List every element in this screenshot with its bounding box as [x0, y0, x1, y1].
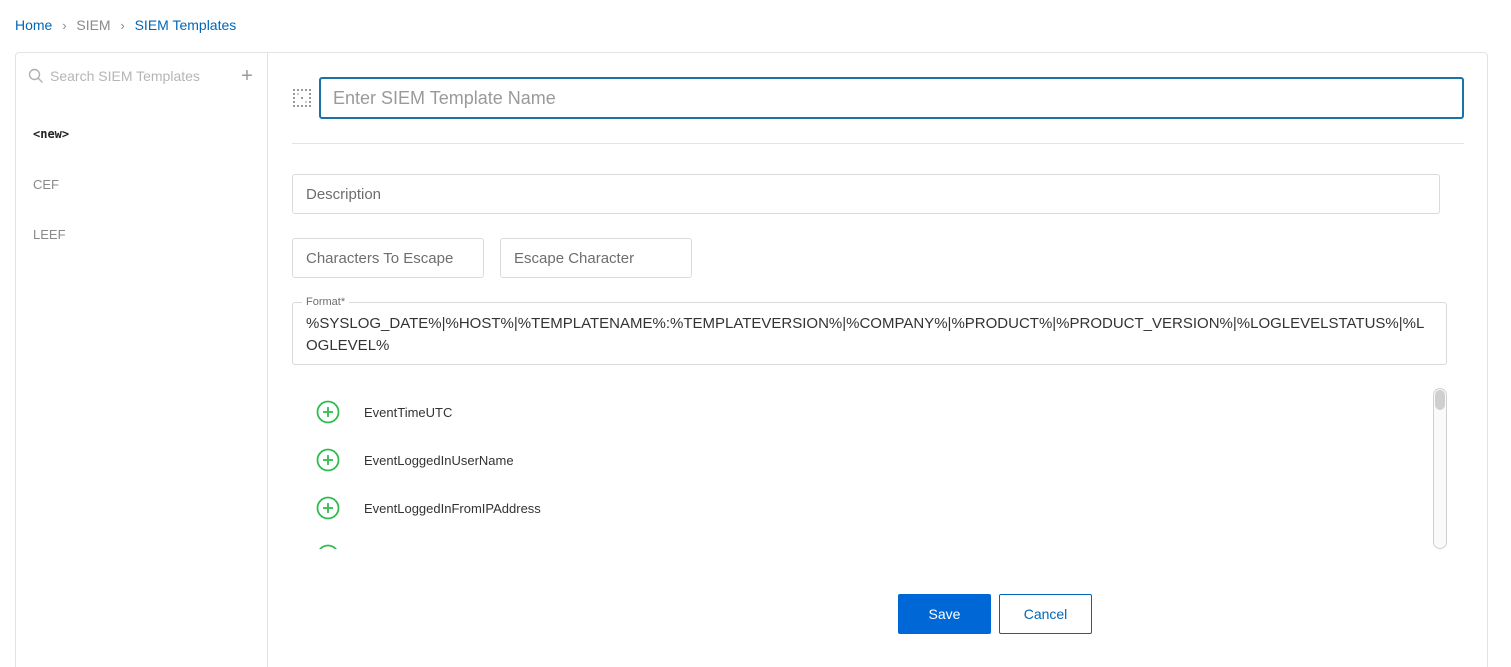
field-item — [292, 532, 1432, 549]
field-name: EventLoggedInUserName — [364, 452, 514, 468]
format-label: Format* — [302, 296, 350, 308]
drag-handle-icon[interactable] — [292, 88, 312, 108]
breadcrumb-current: SIEM Templates — [134, 17, 237, 33]
siem-templates-panel: + <new> CEF LEEF %SYSLOG_DATE%|%HOST%|%T… — [15, 52, 1488, 667]
escape-character-field[interactable] — [500, 238, 692, 278]
add-circle-icon[interactable] — [316, 448, 340, 472]
save-button[interactable]: Save — [898, 594, 991, 634]
field-name: EventTimeUTC — [364, 404, 453, 420]
field-list-scrollbar[interactable] — [1433, 388, 1447, 549]
field-item: EventTimeUTC — [292, 388, 1432, 436]
cancel-button[interactable]: Cancel — [999, 594, 1092, 634]
template-name-input[interactable] — [319, 77, 1464, 119]
template-item-cef[interactable]: CEF — [16, 159, 267, 209]
characters-to-escape-field[interactable] — [292, 238, 484, 278]
chevron-right-icon: › — [120, 17, 125, 33]
field-item: EventLoggedInUserName — [292, 436, 1432, 484]
search-icon — [28, 68, 43, 83]
breadcrumb-siem-link[interactable]: SIEM — [76, 17, 110, 33]
add-circle-icon[interactable] — [316, 400, 340, 424]
scrollbar-thumb[interactable] — [1435, 390, 1445, 410]
field-item: EventLoggedInFromIPAddress — [292, 484, 1432, 532]
breadcrumb-home-link[interactable]: Home — [15, 17, 52, 33]
templates-sidebar: + <new> CEF LEEF — [16, 53, 268, 667]
template-search: + — [28, 65, 256, 87]
chevron-right-icon: › — [62, 17, 67, 33]
divider — [292, 143, 1464, 144]
add-circle-icon[interactable] — [316, 496, 340, 520]
template-editor: %SYSLOG_DATE%|%HOST%|%TEMPLATENAME%:%TEM… — [269, 53, 1487, 667]
field-name: EventLoggedInFromIPAddress — [364, 500, 541, 516]
available-fields-list: EventTimeUTC EventLoggedInUserName Event… — [292, 388, 1432, 549]
template-item-leef[interactable]: LEEF — [16, 209, 267, 259]
add-template-button[interactable]: + — [238, 66, 256, 86]
template-list: <new> CEF LEEF — [16, 109, 267, 259]
search-templates-input[interactable] — [50, 68, 238, 84]
breadcrumb: Home › SIEM › SIEM Templates — [15, 16, 236, 34]
template-item-new[interactable]: <new> — [16, 109, 267, 159]
format-field[interactable]: %SYSLOG_DATE%|%HOST%|%TEMPLATENAME%:%TEM… — [292, 302, 1447, 365]
description-field[interactable] — [292, 174, 1440, 214]
add-circle-icon[interactable] — [316, 544, 340, 549]
